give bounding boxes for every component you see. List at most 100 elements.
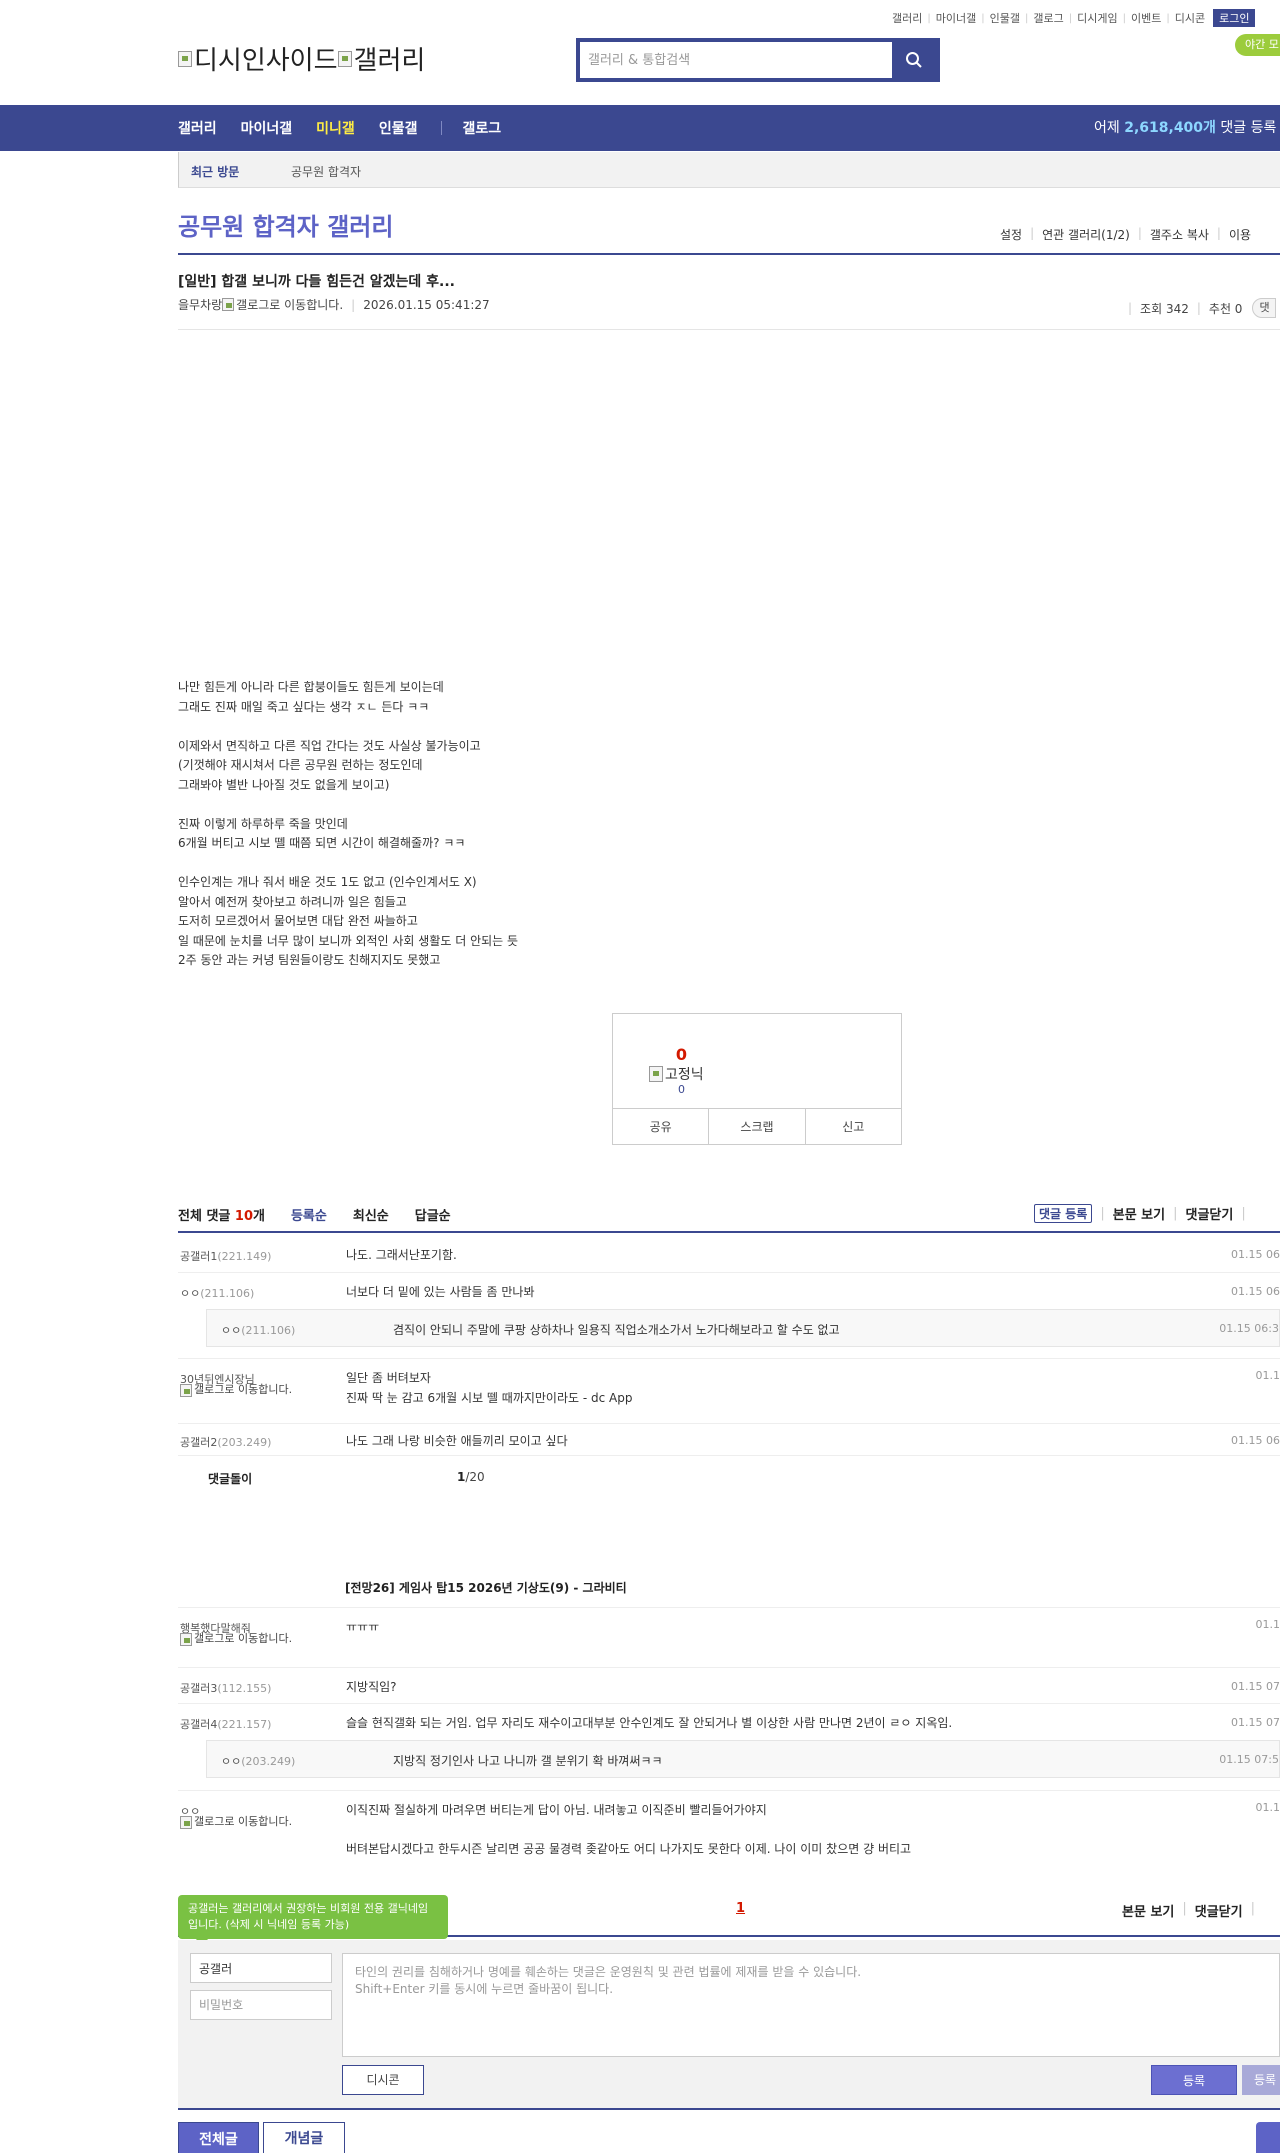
comment-bot-label: 댓글돌이 bbox=[208, 1472, 253, 1486]
separator: | bbox=[351, 297, 356, 312]
comment-text: 일단 좀 버텨보자 bbox=[346, 1371, 431, 1385]
gallog-link[interactable]: 갤로그로 이동합니다. bbox=[180, 1384, 310, 1397]
sort-by-register[interactable]: 등록순 bbox=[291, 1205, 327, 1224]
search-icon bbox=[906, 52, 922, 68]
gallery-title[interactable]: 공무원 합격자 갤러리 bbox=[178, 207, 393, 242]
comment-row: 30년뒤엔시장님 갤로그로 이동합니다. 일단 좀 버텨보자 진짜 딱 눈 감고… bbox=[178, 1359, 1280, 1424]
recent-visit-label[interactable]: 최근 방문 bbox=[191, 163, 239, 180]
gnb-item[interactable]: 갤로그 bbox=[462, 118, 501, 138]
comment-row: ㅇㅇ 갤로그로 이동합니다. 이직진짜 절실하게 마려우면 버티는게 답이 아님… bbox=[178, 1791, 1280, 1867]
comment-actions: 댓글 등록 | 본문 보기 | 댓글닫기 | bbox=[1034, 1204, 1254, 1223]
post-body-line: 6개월 버티고 시보 뗄 때쯤 되면 시간이 해결해줄까? ㅋㅋ bbox=[178, 836, 466, 850]
comment-nick[interactable]: 공갤러1(221.149) bbox=[180, 1248, 271, 1264]
search-input[interactable] bbox=[580, 42, 892, 78]
comment-nick[interactable]: 공갤러3(112.155) bbox=[180, 1680, 271, 1696]
share-button[interactable]: 공유 bbox=[613, 1109, 710, 1144]
post-body-line: 도저히 모르겠어서 물어보면 대답 완전 싸늘하고 bbox=[178, 914, 418, 928]
fixed-nick-recommend[interactable]: 고정닉 bbox=[649, 1064, 704, 1084]
sort-by-replies[interactable]: 답글순 bbox=[415, 1205, 451, 1224]
separator: | bbox=[1137, 226, 1142, 240]
util-link[interactable]: 갤러리 bbox=[892, 10, 922, 26]
comment-nick[interactable]: ㅇㅇ(211.106) bbox=[180, 1285, 254, 1301]
nick-field[interactable] bbox=[190, 1953, 332, 1983]
reply-nick[interactable]: ㅇㅇ(203.249) bbox=[221, 1753, 295, 1769]
gallery-tool[interactable]: 연관 갤러리(1/2) bbox=[1042, 226, 1130, 243]
nick-ip: (203.249) bbox=[241, 1755, 296, 1768]
util-link[interactable]: 갤로그 bbox=[1033, 10, 1063, 26]
password-field[interactable] bbox=[190, 1990, 332, 2020]
nick-ip: (112.155) bbox=[217, 1682, 272, 1695]
reply-nick[interactable]: ㅇㅇ(211.106) bbox=[221, 1322, 295, 1338]
view-post-button[interactable]: 본문 보기 bbox=[1122, 1901, 1174, 1920]
comment-row: ㅇㅇ(211.106) 너보다 더 밑에 있는 사람들 좀 만나봐 01.15 … bbox=[178, 1273, 1280, 1309]
nick-ip: (203.249) bbox=[217, 1436, 272, 1449]
separator: | bbox=[1068, 12, 1073, 24]
comment-date: 01.15 06 bbox=[1231, 1285, 1280, 1298]
gnb-item[interactable]: 마이너갤 bbox=[241, 118, 293, 138]
comment-count-pill[interactable]: 댓 bbox=[1252, 298, 1277, 318]
post-writer-info: 을무차랑 갤로그로 이동합니다. | 2026.01.15 05:41:27 bbox=[178, 296, 490, 313]
comment-total-label: 전체 댓글 10개 bbox=[178, 1205, 265, 1224]
gallog-icon bbox=[180, 1816, 192, 1829]
util-link[interactable]: 이벤트 bbox=[1131, 10, 1161, 26]
gnb-item[interactable]: 갤러리 bbox=[178, 118, 217, 138]
separator: | bbox=[1216, 226, 1221, 240]
stat-prefix: 어제 bbox=[1094, 120, 1125, 136]
comment-register-button[interactable]: 댓글 등록 bbox=[1034, 1204, 1093, 1223]
gnb-item[interactable]: 미니갤 bbox=[316, 118, 355, 138]
reply-row: ㅇㅇ(211.106) 겸직이 안되니 주말에 쿠팡 상하차나 일용직 직업소개… bbox=[206, 1309, 1280, 1347]
gallog-alt[interactable]: 갤로그로 이동합니다. bbox=[236, 296, 343, 313]
comment-text: 슬슬 현직갤화 되는 거임. 업무 자리도 재수이고대부분 안수인계도 잘 안되… bbox=[346, 1716, 953, 1730]
close-comments-button[interactable]: 댓글닫기 bbox=[1186, 1204, 1234, 1223]
recent-visit-item[interactable]: 공무원 합격자 bbox=[291, 163, 361, 180]
comment-date: 01.1 bbox=[1255, 1801, 1280, 1814]
comment-nick[interactable]: 공갤러2(203.249) bbox=[180, 1434, 271, 1450]
report-button[interactable]: 신고 bbox=[806, 1109, 901, 1144]
gnb-item[interactable]: 인물갤 bbox=[379, 118, 418, 138]
global-nav: 갤러리 마이너갤 미니갤 인물갤 갤로그 어제 2,618,400개 댓글 등록 bbox=[0, 105, 1280, 151]
comment-text: 너보다 더 밑에 있는 사람들 좀 만나봐 bbox=[346, 1285, 535, 1299]
ad-headline[interactable]: [전망26] 게임사 탑15 2026년 기상도(9) - 그라비티 bbox=[345, 1579, 627, 1596]
gallog-link[interactable]: 갤로그로 이동합니다. bbox=[180, 1633, 310, 1646]
post-body-line: 그래봐야 별반 나아질 것도 없을게 보이고) bbox=[178, 777, 390, 792]
concept-posts-button[interactable]: 개념글 bbox=[263, 2122, 345, 2153]
comment-page-current[interactable]: 1 bbox=[736, 1901, 745, 1916]
write-post-button[interactable] bbox=[1256, 2122, 1280, 2153]
util-link[interactable]: 인물갤 bbox=[990, 10, 1020, 26]
reply-text: 겸직이 안되니 주말에 쿠팡 상하차나 일용직 직업소개소가서 노가다해보라고 … bbox=[393, 1323, 840, 1337]
register-recommend-button[interactable]: 등록 bbox=[1242, 2065, 1280, 2095]
comment-row: 공갤러4(221.157) 슬슬 현직갤화 되는 거임. 업무 자리도 재수이고… bbox=[178, 1704, 1280, 1740]
comment-text: ㅠㅠㅠ bbox=[346, 1620, 380, 1634]
gallery-tool[interactable]: 설정 bbox=[1000, 226, 1022, 243]
gallog-link[interactable]: 갤로그로 이동합니다. bbox=[180, 1816, 310, 1829]
gnb-menu: 갤러리 마이너갤 미니갤 인물갤 갤로그 bbox=[178, 105, 525, 151]
stat-suffix: 댓글 등록 bbox=[1215, 120, 1277, 136]
gallery-tool[interactable]: 이용 bbox=[1229, 226, 1251, 243]
all-posts-button[interactable]: 전체글 bbox=[178, 2122, 259, 2153]
close-comments-button[interactable]: 댓글닫기 bbox=[1195, 1901, 1243, 1920]
total-prefix: 전체 댓글 bbox=[178, 1209, 235, 1224]
sort-by-latest[interactable]: 최신순 bbox=[353, 1205, 389, 1224]
gallog-alt: 갤로그로 이동합니다. bbox=[194, 1815, 293, 1828]
comment-nick[interactable]: 공갤러4(221.157) bbox=[180, 1716, 271, 1732]
gallery-tool[interactable]: 갤주소 복사 bbox=[1150, 226, 1209, 243]
dccon-button[interactable]: 디시콘 bbox=[342, 2065, 424, 2095]
search-button[interactable] bbox=[892, 42, 936, 78]
post-title: [일반] 합갤 보니까 다들 힘든건 알겠는데 후... bbox=[178, 274, 455, 290]
post-body-line: 일 때문에 눈치를 너무 많이 보니까 외적인 사회 생활도 더 안되는 듯 bbox=[178, 933, 519, 948]
post-writer-nick[interactable]: 을무차랑 bbox=[178, 296, 222, 313]
view-post-button[interactable]: 본문 보기 bbox=[1113, 1204, 1165, 1223]
register-button[interactable]: 등록 bbox=[1151, 2065, 1237, 2095]
util-link[interactable]: 디시콘 bbox=[1175, 10, 1205, 26]
login-button[interactable]: 로그인 bbox=[1213, 9, 1256, 27]
util-link[interactable]: 디시게임 bbox=[1077, 10, 1117, 26]
search-box bbox=[576, 38, 940, 82]
scrap-button[interactable]: 스크랩 bbox=[709, 1109, 806, 1144]
gallog-icon[interactable] bbox=[222, 298, 235, 311]
reply-date: 01.15 07:5 bbox=[1219, 1753, 1279, 1766]
site-logo[interactable]: 디시인사이드 갤러리 bbox=[178, 40, 425, 77]
night-mode-toggle[interactable]: 야간 모 bbox=[1235, 34, 1280, 56]
comment-textarea[interactable] bbox=[342, 1953, 1280, 2057]
util-link[interactable]: 마이너갤 bbox=[936, 10, 976, 26]
post-body-line: 나만 힘든게 아니라 다른 합붕이들도 힘든게 보이는데 bbox=[178, 680, 444, 694]
